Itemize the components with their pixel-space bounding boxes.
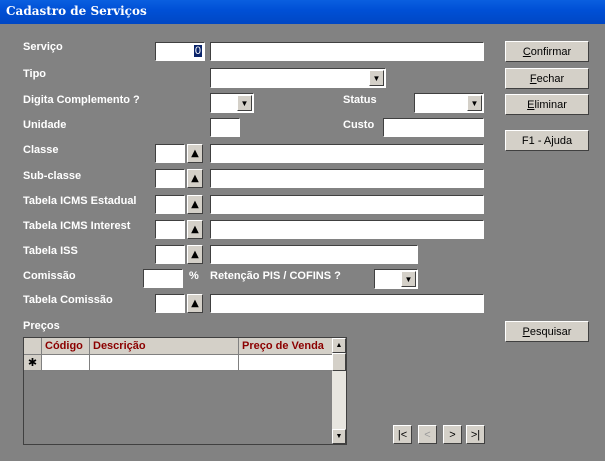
comissao-input[interactable] [143, 269, 183, 288]
label-iss: Tabela ISS [23, 245, 78, 257]
scroll-thumb[interactable] [332, 353, 346, 371]
chevron-down-icon[interactable]: ▼ [401, 271, 416, 287]
label-icms-estadual: Tabela ICMS Estadual [23, 195, 137, 207]
delete-accel: E [527, 98, 535, 111]
chevron-down-icon[interactable]: ▼ [369, 70, 384, 86]
label-icms-interest: Tabela ICMS Interest [23, 220, 131, 232]
lookup-arrow-icon[interactable]: ▲ [187, 294, 203, 313]
nav-first-button[interactable]: |< [393, 425, 412, 444]
service-registration-window: Cadastro de Serviços Serviço 0 Tipo ▼ Di… [0, 0, 605, 461]
classe-code-input[interactable] [155, 144, 185, 163]
icms-estadual-description-input[interactable] [210, 195, 484, 214]
scroll-up-icon[interactable]: ▲ [332, 338, 346, 353]
lookup-arrow-icon[interactable]: ▲ [187, 195, 203, 214]
unidade-input[interactable] [210, 118, 240, 137]
close-button[interactable]: Fechar [505, 68, 589, 89]
label-custo: Custo [343, 119, 375, 131]
label-subclasse: Sub-classe [23, 170, 82, 182]
column-header-descricao[interactable]: Descrição [90, 338, 239, 355]
delete-label: liminar [534, 98, 567, 111]
close-accel: F [529, 72, 537, 85]
search-label: esquisar [529, 325, 572, 338]
grid-vertical-scrollbar[interactable]: ▲ ▼ [332, 338, 346, 444]
chevron-down-icon[interactable]: ▼ [237, 95, 252, 111]
title-bar: Cadastro de Serviços [0, 0, 605, 24]
status-select[interactable]: ▼ [414, 93, 484, 113]
retencao-select[interactable]: ▼ [374, 269, 418, 289]
search-accel: P [522, 325, 530, 338]
grid-cell-preco[interactable] [239, 355, 333, 371]
confirm-button[interactable]: Confirmar [505, 41, 589, 62]
tabela-comissao-description-input[interactable] [210, 294, 484, 313]
icms-estadual-code-input[interactable] [155, 195, 185, 214]
search-button[interactable]: Pesquisar [505, 321, 589, 342]
chevron-down-icon[interactable]: ▼ [467, 95, 482, 111]
lookup-arrow-icon[interactable]: ▲ [187, 169, 203, 188]
nav-prev-button[interactable]: < [418, 425, 437, 444]
subclasse-description-input[interactable] [210, 169, 484, 188]
label-digita-complemento: Digita Complemento ? [23, 94, 140, 106]
iss-code-input[interactable] [155, 245, 185, 264]
label-retencao: Retenção PIS / COFINS ? [210, 270, 341, 282]
lookup-arrow-icon[interactable]: ▲ [187, 144, 203, 163]
percent-sign: % [189, 270, 199, 282]
new-row-marker: ✱ [24, 355, 42, 371]
scroll-down-icon[interactable]: ▼ [332, 429, 346, 444]
confirm-accel: C [522, 45, 531, 58]
servico-code-value: 0 [193, 45, 202, 57]
grid-cell-descricao[interactable] [90, 355, 239, 371]
iss-description-input[interactable] [210, 245, 418, 264]
label-tabela-comissao: Tabela Comissão [23, 294, 113, 306]
servico-description-input[interactable] [210, 42, 484, 61]
servico-code-input[interactable]: 0 [155, 42, 205, 61]
close-label: echar [536, 72, 565, 85]
column-header-codigo[interactable]: Código [42, 338, 90, 355]
confirm-label: onfirmar [530, 45, 572, 58]
label-tipo: Tipo [23, 68, 47, 80]
lookup-arrow-icon[interactable]: ▲ [187, 220, 203, 239]
nav-next-button[interactable]: > [443, 425, 462, 444]
classe-description-input[interactable] [210, 144, 484, 163]
delete-button[interactable]: Eliminar [505, 94, 589, 115]
prices-grid[interactable]: Código Descrição Preço de Venda ✱ ▲ ▼ [23, 337, 347, 445]
custo-input[interactable] [383, 118, 484, 137]
window-title: Cadastro de Serviços [6, 4, 147, 18]
help-button[interactable]: F1 - Ajuda [505, 130, 589, 151]
label-precos: Preços [23, 320, 60, 332]
tipo-select[interactable]: ▼ [210, 68, 386, 88]
nav-last-button[interactable]: >| [466, 425, 485, 444]
grid-corner [24, 338, 42, 355]
icms-interest-code-input[interactable] [155, 220, 185, 239]
digita-complemento-select[interactable]: ▼ [210, 93, 254, 113]
label-status: Status [343, 94, 377, 106]
label-unidade: Unidade [23, 119, 67, 131]
grid-cell-codigo[interactable] [42, 355, 90, 371]
subclasse-code-input[interactable] [155, 169, 185, 188]
label-servico: Serviço [23, 41, 63, 53]
column-header-preco-venda[interactable]: Preço de Venda [239, 338, 333, 355]
label-classe: Classe [23, 144, 59, 156]
lookup-arrow-icon[interactable]: ▲ [187, 245, 203, 264]
label-comissao: Comissão [23, 270, 76, 282]
icms-interest-description-input[interactable] [210, 220, 484, 239]
tabela-comissao-code-input[interactable] [155, 294, 185, 313]
